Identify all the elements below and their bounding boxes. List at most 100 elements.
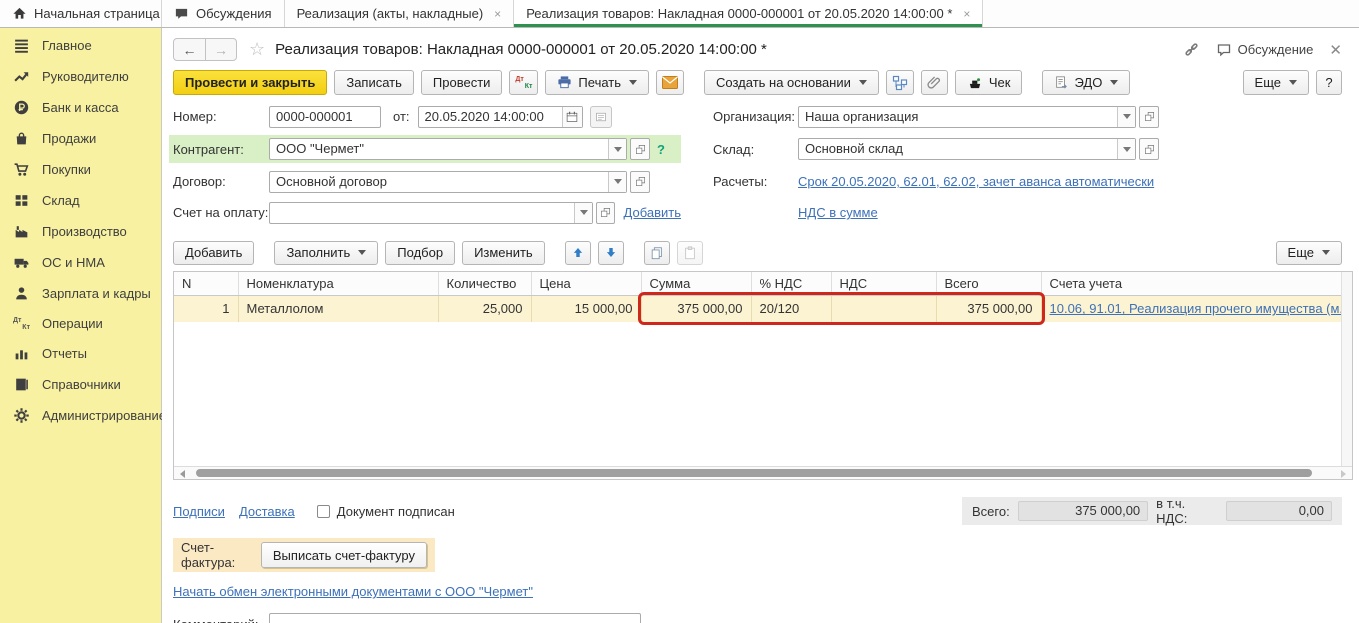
contragent-input[interactable]: ООО "Чермет" xyxy=(269,138,627,160)
related-documents-button[interactable] xyxy=(886,70,914,95)
print-button[interactable]: Печать xyxy=(545,70,649,95)
cell-total[interactable]: 375 000,00 xyxy=(936,295,1041,322)
chevron-down-icon xyxy=(358,250,366,255)
contragent-help-icon[interactable]: ? xyxy=(657,142,665,157)
cell-n[interactable]: 1 xyxy=(174,295,238,322)
edit-button[interactable]: Изменить xyxy=(462,241,545,265)
sidebar-item-sales[interactable]: Продажи xyxy=(0,123,161,154)
post-button[interactable]: Провести xyxy=(421,70,503,95)
sidebar-item-main[interactable]: Главное xyxy=(0,30,161,61)
chevron-down-icon[interactable] xyxy=(1117,139,1135,159)
move-down-button[interactable] xyxy=(598,241,624,265)
post-and-close-button[interactable]: Провести и закрыть xyxy=(173,70,327,95)
menu-icon xyxy=(13,37,30,54)
accounts-link[interactable]: 10.06, 91.01, Реализация прочего имущест… xyxy=(1050,301,1343,316)
sidebar-item-manager[interactable]: Руководителю xyxy=(0,61,161,92)
tab-sales-list[interactable]: Реализация (акты, накладные) × xyxy=(285,0,515,27)
warehouse-input[interactable]: Основной склад xyxy=(798,138,1136,160)
cell-sum[interactable]: 375 000,00 xyxy=(641,295,751,322)
sidebar-item-production[interactable]: Производство xyxy=(0,216,161,247)
chevron-down-icon[interactable] xyxy=(608,139,626,159)
document-signed-checkbox[interactable] xyxy=(317,505,330,518)
issue-invoice-button[interactable]: Выписать счет-фактуру xyxy=(261,542,427,568)
cell-qty[interactable]: 25,000 xyxy=(438,295,531,322)
table-more-button[interactable]: Еще xyxy=(1276,241,1342,265)
signatures-link[interactable]: Подписи xyxy=(173,504,225,519)
close-icon[interactable]: × xyxy=(494,7,501,21)
create-based-on-button[interactable]: Создать на основании xyxy=(704,70,879,95)
paste-icon[interactable] xyxy=(677,241,703,265)
sidebar-item-bank[interactable]: Банк и касса xyxy=(0,92,161,123)
scroll-right-icon[interactable] xyxy=(1341,470,1346,478)
chevron-down-icon[interactable] xyxy=(574,203,592,223)
table-empty-area xyxy=(174,322,1352,466)
sidebar-item-salary[interactable]: Зарплата и кадры xyxy=(0,278,161,309)
add-row-button[interactable]: Добавить xyxy=(173,241,254,265)
save-button[interactable]: Записать xyxy=(334,70,414,95)
organization-input[interactable]: Наша организация xyxy=(798,106,1136,128)
favorite-star-icon[interactable]: ☆ xyxy=(249,39,265,60)
scrollbar-thumb[interactable] xyxy=(196,469,1312,477)
settlements-link[interactable]: Срок 20.05.2020, 62.01, 62.02, зачет ава… xyxy=(798,174,1154,189)
vat-mode-link[interactable]: НДС в сумме xyxy=(798,205,878,220)
discussion-button[interactable]: Обсуждение xyxy=(1216,42,1314,58)
vertical-scrollbar[interactable] xyxy=(1341,272,1352,466)
open-icon[interactable] xyxy=(1139,106,1159,128)
edo-exchange-link[interactable]: Начать обмен электронными документами с … xyxy=(173,584,533,599)
truck-icon xyxy=(13,254,30,271)
sidebar-item-administration[interactable]: Администрирование xyxy=(0,400,161,431)
dtkt-postings-button[interactable]: ДтКт xyxy=(509,70,538,95)
back-button[interactable]: ← xyxy=(174,39,205,60)
sidebar-item-purchases[interactable]: Покупки xyxy=(0,154,161,185)
comment-input[interactable] xyxy=(269,613,641,623)
contract-input[interactable]: Основной договор xyxy=(269,171,627,193)
open-icon[interactable] xyxy=(596,202,614,224)
sidebar: Главное Руководителю Банк и касса Продаж… xyxy=(0,28,162,623)
payment-invoice-input[interactable] xyxy=(269,202,593,224)
cell-accounts[interactable]: 10.06, 91.01, Реализация прочего имущест… xyxy=(1041,295,1343,322)
more-button[interactable]: Еще xyxy=(1243,70,1309,95)
scroll-left-icon[interactable] xyxy=(180,470,185,478)
sidebar-item-reports[interactable]: Отчеты xyxy=(0,338,161,369)
chevron-down-icon[interactable] xyxy=(608,172,626,192)
close-icon[interactable]: × xyxy=(963,7,970,21)
tab-bar: Начальная страница Обсуждения Реализация… xyxy=(0,0,1359,28)
open-icon[interactable] xyxy=(630,138,650,160)
check-receipt-button[interactable]: Чек xyxy=(955,70,1023,95)
horizontal-scrollbar[interactable] xyxy=(174,466,1352,479)
cell-item[interactable]: Металлолом xyxy=(238,295,438,322)
open-icon[interactable] xyxy=(630,171,650,193)
sidebar-item-fixed-assets[interactable]: ОС и НМА xyxy=(0,247,161,278)
chevron-down-icon[interactable] xyxy=(1117,107,1135,127)
sidebar-item-warehouse[interactable]: Склад xyxy=(0,185,161,216)
calendar-icon[interactable] xyxy=(562,107,582,127)
pick-button[interactable]: Подбор xyxy=(385,241,455,265)
warehouse-label: Склад: xyxy=(713,142,798,157)
close-form-icon[interactable]: ✕ xyxy=(1329,41,1342,59)
cell-price[interactable]: 15 000,00 xyxy=(531,295,641,322)
move-up-button[interactable] xyxy=(565,241,591,265)
send-email-button[interactable] xyxy=(656,70,684,95)
tab-document[interactable]: Реализация товаров: Накладная 0000-00000… xyxy=(514,0,983,27)
delivery-link[interactable]: Доставка xyxy=(239,504,295,519)
number-input[interactable]: 0000-000001 xyxy=(269,106,381,128)
cell-vat-rate[interactable]: 20/120 xyxy=(751,295,831,322)
attachments-button[interactable] xyxy=(921,70,948,95)
sidebar-item-directories[interactable]: Справочники xyxy=(0,369,161,400)
forward-button[interactable]: → xyxy=(205,39,236,60)
date-input[interactable]: 20.05.2020 14:00:00 xyxy=(418,106,583,128)
edo-button[interactable]: ЭДО xyxy=(1042,70,1130,95)
col-vat: НДС xyxy=(831,272,936,295)
tab-discussions[interactable]: Обсуждения xyxy=(162,0,285,27)
chevron-down-icon xyxy=(1322,250,1330,255)
sidebar-item-operations[interactable]: ДтКт Операции xyxy=(0,309,161,338)
time-settings-icon[interactable] xyxy=(590,106,612,128)
cell-vat[interactable] xyxy=(831,295,936,322)
fill-button[interactable]: Заполнить xyxy=(274,241,378,265)
link-icon[interactable] xyxy=(1183,41,1200,58)
add-invoice-link[interactable]: Добавить xyxy=(624,205,681,220)
open-icon[interactable] xyxy=(1139,138,1159,160)
help-button[interactable]: ? xyxy=(1316,70,1342,95)
tab-home[interactable]: Начальная страница xyxy=(0,0,162,27)
copy-icon[interactable] xyxy=(644,241,670,265)
